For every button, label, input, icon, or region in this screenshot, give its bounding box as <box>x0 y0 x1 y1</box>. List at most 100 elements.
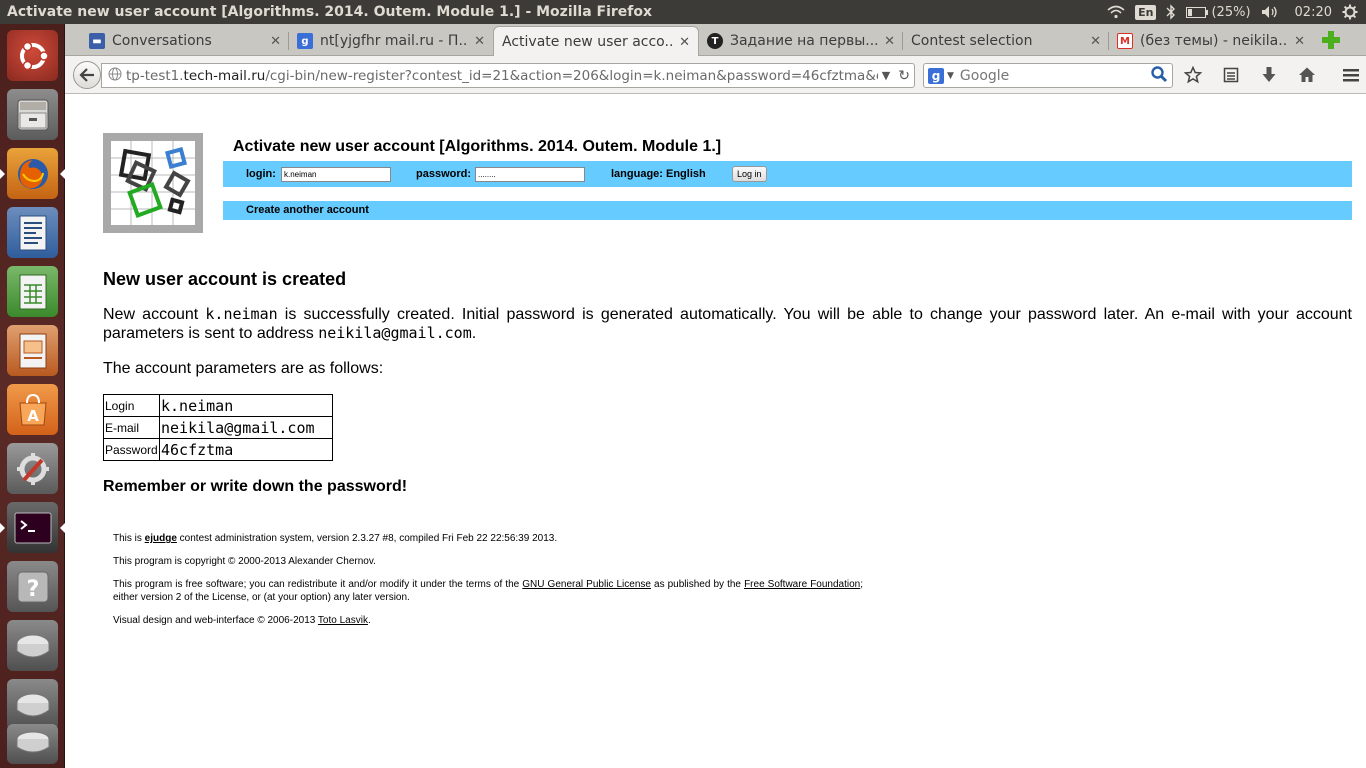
footer-version: This is ejudge contest administration sy… <box>113 532 863 545</box>
close-tab-icon[interactable]: ✕ <box>270 34 281 49</box>
impress-launcher-button[interactable] <box>7 325 58 376</box>
param-value: k.neiman <box>159 394 333 417</box>
bluetooth-icon[interactable] <box>1166 4 1176 20</box>
designer-link[interactable]: Toto Lasvik <box>318 615 368 626</box>
url-bar[interactable]: tp-test1.tech-mail.ru/cgi-bin/new-regist… <box>101 63 915 88</box>
footer-text: contest administration system, version 2… <box>176 533 558 544</box>
login-label: login: <box>246 168 276 180</box>
table-row: Login k.neiman <box>103 394 333 417</box>
downloads-icon[interactable] <box>1259 65 1278 84</box>
tab-label: nt[yjgfhr mail.ru - П... <box>320 33 469 49</box>
fsf-link[interactable]: Free Software Foundation <box>744 579 860 590</box>
help-launcher-button[interactable]: ? <box>7 561 58 612</box>
t-icon: T <box>707 33 723 49</box>
search-placeholder: Google <box>959 67 1010 84</box>
writer-launcher-button[interactable] <box>7 207 58 258</box>
search-engine-dropdown-icon[interactable]: ▼ <box>947 71 954 81</box>
reload-icon[interactable]: ↻ <box>894 68 914 84</box>
session-gear-icon[interactable] <box>1342 4 1358 20</box>
footer-text: . <box>367 615 371 626</box>
tab-label: Contest selection <box>911 33 1033 49</box>
bookmarks-menu-icon[interactable] <box>1221 65 1240 84</box>
calc-launcher-button[interactable] <box>7 266 58 317</box>
chat-icon: ▬ <box>89 33 105 49</box>
file-cabinet-icon <box>17 99 48 130</box>
url-path: /cgi-bin/new-register?contest_id=21&acti… <box>265 67 878 84</box>
ejudge-logo <box>103 133 203 233</box>
back-button[interactable] <box>73 61 101 89</box>
msg-text: is successfully created. Initial passwor… <box>103 306 1352 342</box>
param-key: Login <box>103 394 160 417</box>
navigation-bar: tp-test1.tech-mail.ru/cgi-bin/new-regist… <box>65 56 1366 94</box>
volume-icon[interactable] <box>1261 5 1279 19</box>
software-center-launcher-button[interactable]: A <box>7 384 58 435</box>
tab-google-search[interactable]: g nt[yjgfhr mail.ru - П... ✕ <box>289 26 493 56</box>
close-tab-icon[interactable]: ✕ <box>884 34 895 49</box>
presentation-icon <box>19 333 46 368</box>
ejudge-link[interactable]: ejudge <box>145 533 177 544</box>
password-input[interactable] <box>475 167 585 182</box>
tab-label: Activate new user acco... <box>502 34 674 50</box>
terminal-launcher-button[interactable] <box>0 502 65 553</box>
page-title: Activate new user account [Algorithms. 2… <box>233 138 722 155</box>
battery-indicator[interactable]: (25%) <box>1186 5 1251 20</box>
settings-wrench-icon <box>16 452 49 485</box>
globe-icon <box>108 67 122 85</box>
footer-license: This program is free software; you can r… <box>113 578 863 604</box>
tab-conversations[interactable]: ▬ Conversations ✕ <box>81 26 289 56</box>
msg-text: New account <box>103 306 206 323</box>
google-icon: g <box>297 33 313 49</box>
param-key: Password <box>103 438 160 461</box>
close-tab-icon[interactable]: ✕ <box>1294 34 1305 49</box>
log-in-button[interactable]: Log in <box>732 166 767 182</box>
bookmark-star-icon[interactable] <box>1183 65 1202 84</box>
tab-strip: ▬ Conversations ✕ g nt[yjgfhr mail.ru - … <box>65 24 1366 57</box>
launcher: A ? <box>0 24 65 768</box>
url-host: tech-mail.ru <box>183 67 266 84</box>
ejudge-logo-icon <box>111 141 195 225</box>
new-tab-button[interactable] <box>1321 30 1341 50</box>
login-bar: login: password: language: English Log i… <box>223 161 1352 187</box>
firefox-launcher-button[interactable] <box>0 148 65 199</box>
search-icon[interactable] <box>1150 65 1168 87</box>
search-bar[interactable]: g ▼ Google <box>923 63 1173 88</box>
footer-text: This is <box>113 533 145 544</box>
tab-label: Задание на первы... <box>730 33 879 49</box>
ubuntu-dash-button[interactable] <box>7 30 58 81</box>
menu-hamburger-icon[interactable] <box>1341 65 1360 84</box>
login-input[interactable] <box>281 167 391 182</box>
page-content: Activate new user account [Algorithms. 2… <box>65 95 1366 768</box>
history-dropdown-icon[interactable]: ▼ <box>878 69 894 82</box>
clock[interactable]: 02:20 <box>1295 5 1332 20</box>
msg-email: neikila@gmail.com <box>318 324 472 342</box>
close-tab-icon[interactable]: ✕ <box>474 34 485 49</box>
tab-zadanie[interactable]: T Задание на первы... ✕ <box>699 26 903 56</box>
files-launcher-button[interactable] <box>7 89 58 140</box>
keyboard-layout-indicator[interactable]: En <box>1135 4 1157 20</box>
url-prefix: tp-test1. <box>126 67 184 84</box>
wifi-icon[interactable] <box>1107 5 1125 19</box>
terminal-icon <box>14 512 51 543</box>
drive-launcher-button[interactable] <box>7 620 58 671</box>
create-another-account-link[interactable]: Create another account <box>246 204 369 216</box>
gpl-link[interactable]: GNU General Public License <box>522 579 651 590</box>
close-tab-icon[interactable]: ✕ <box>1090 34 1101 49</box>
system-settings-launcher-button[interactable] <box>7 443 58 494</box>
parameters-intro: The account parameters are as follows: <box>103 360 384 377</box>
google-search-engine-icon[interactable]: g <box>928 67 944 84</box>
back-arrow-icon <box>79 68 94 82</box>
home-icon[interactable] <box>1297 65 1316 84</box>
trash-icon <box>16 731 49 753</box>
tab-activate-account[interactable]: Activate new user acco... ✕ <box>493 26 699 57</box>
remember-password-note: Remember or write down the password! <box>103 478 408 495</box>
drive-launcher-button-2[interactable] <box>7 679 58 730</box>
help-question-icon: ? <box>17 571 48 602</box>
result-heading: New user account is created <box>103 269 347 289</box>
footer-copyright: This program is copyright © 2000-2013 Al… <box>113 556 376 567</box>
tab-contest-selection[interactable]: Contest selection ✕ <box>903 26 1109 56</box>
software-center-icon: A <box>18 393 47 425</box>
trash-launcher-button[interactable] <box>7 724 58 764</box>
url-text: tp-test1.tech-mail.ru/cgi-bin/new-regist… <box>126 68 878 84</box>
tab-gmail[interactable]: M (без темы) - neikila... ✕ <box>1109 26 1313 56</box>
close-tab-icon[interactable]: ✕ <box>679 35 690 50</box>
